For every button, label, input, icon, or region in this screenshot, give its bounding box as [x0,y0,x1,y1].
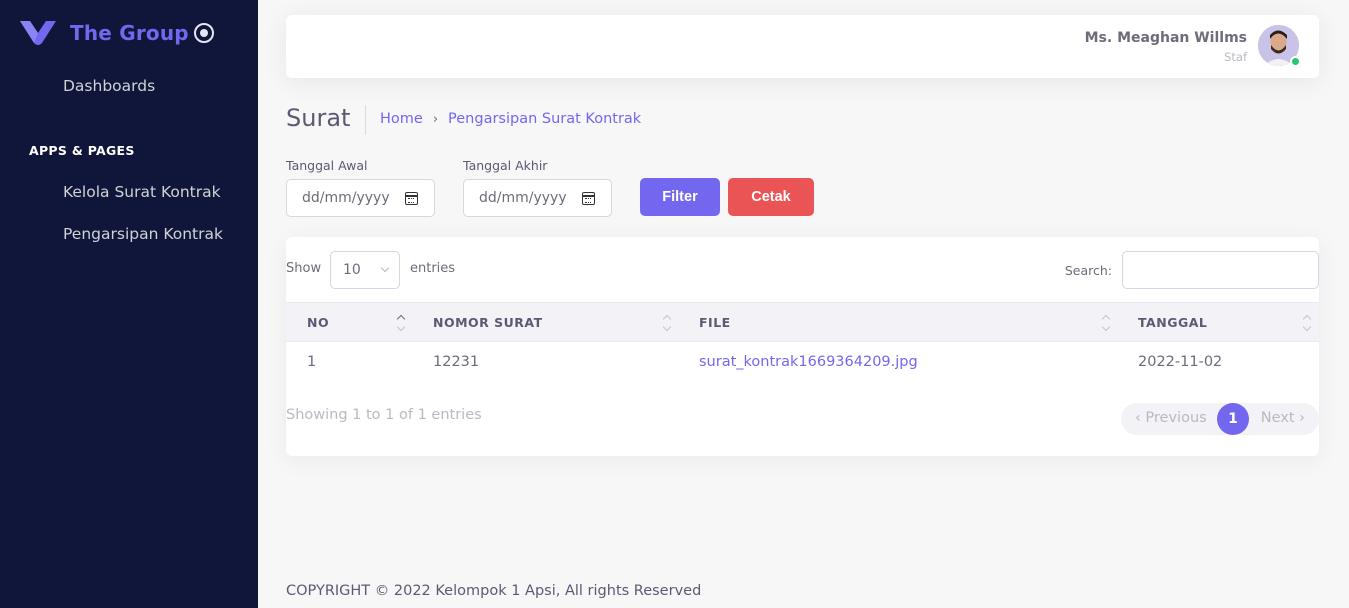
sort-icon[interactable] [397,314,405,332]
sidebar: The Group Dashboards APPS & PAGES Kelola… [0,0,258,608]
print-button[interactable]: Cetak [728,178,814,216]
brand-logo-icon [20,21,56,45]
title-divider [365,105,366,135]
column-header-nomor-surat[interactable]: NOMOR SURAT [433,315,543,330]
column-header-tanggal[interactable]: TANGGAL [1138,315,1207,330]
pagination-previous[interactable]: ‹ Previous [1135,410,1207,426]
sidebar-item-pengarsipan-kontrak[interactable]: Pengarsipan Kontrak [63,225,231,243]
pagination: ‹ Previous 1 Next › [1121,403,1319,435]
sort-icon[interactable] [1303,314,1311,332]
next-label: Next [1260,410,1295,426]
sort-icon[interactable] [663,314,671,332]
page-length-value: 10 [343,262,361,278]
search-input[interactable] [1122,251,1319,289]
table-card: Show 10 entries Search: NO NOMOR SURAT F… [286,237,1319,456]
breadcrumb-current-link[interactable]: Pengarsipan Surat Kontrak [448,111,641,127]
breadcrumb: Home › Pengarsipan Surat Kontrak [380,111,641,127]
pagination-next[interactable]: Next › [1261,410,1305,426]
cell-tanggal: 2022-11-02 [1138,354,1223,370]
start-date-input[interactable]: dd/mm/yyyy [286,179,435,217]
sidebar-item-dashboards[interactable]: Dashboards [63,77,231,95]
table-header: NO NOMOR SURAT FILE TANGGAL [286,302,1319,342]
column-header-no[interactable]: NO [307,315,329,330]
search-label: Search: [1064,263,1112,278]
cell-file-link[interactable]: surat_kontrak1669364209.jpg [699,354,918,370]
footer-copyright: COPYRIGHT © 2022 Kelompok 1 Apsi, All ri… [286,583,702,599]
end-date-input[interactable]: dd/mm/yyyy [463,179,612,217]
show-label: Show [286,261,322,276]
breadcrumb-separator-icon: › [432,111,439,127]
chevron-down-icon [380,263,390,273]
start-date-label: Tanggal Awal [286,158,368,173]
sort-icon[interactable] [1102,314,1110,332]
table-info: Showing 1 to 1 of 1 entries [286,407,482,423]
brand-name: The Group [70,21,189,45]
online-status-dot [1290,56,1301,67]
column-header-file[interactable]: FILE [699,315,731,330]
start-date-placeholder: dd/mm/yyyy [302,190,390,206]
user-role: Staf [1224,50,1247,64]
previous-label: Previous [1145,410,1207,426]
calendar-icon[interactable] [582,192,595,205]
page-title: Surat [286,104,351,132]
page-length-select[interactable]: 10 [330,251,400,289]
entries-label: entries [410,261,456,276]
user-name[interactable]: Ms. Meaghan Willms [1085,30,1247,46]
cell-nomor-surat: 12231 [433,354,480,370]
top-navbar: Ms. Meaghan Willms Staf [286,15,1319,78]
pagination-page-current[interactable]: 1 [1217,403,1249,435]
sidebar-item-kelola-surat-kontrak[interactable]: Kelola Surat Kontrak [63,183,231,201]
cell-no: 1 [307,354,317,370]
sidebar-toggle-icon[interactable] [194,23,214,43]
end-date-label: Tanggal Akhir [463,158,548,173]
calendar-icon[interactable] [405,192,418,205]
filter-button[interactable]: Filter [640,178,720,216]
breadcrumb-home-link[interactable]: Home [380,111,423,127]
end-date-placeholder: dd/mm/yyyy [479,190,567,206]
brand[interactable]: The Group [20,19,189,47]
sidebar-section-header: APPS & PAGES [29,143,135,158]
